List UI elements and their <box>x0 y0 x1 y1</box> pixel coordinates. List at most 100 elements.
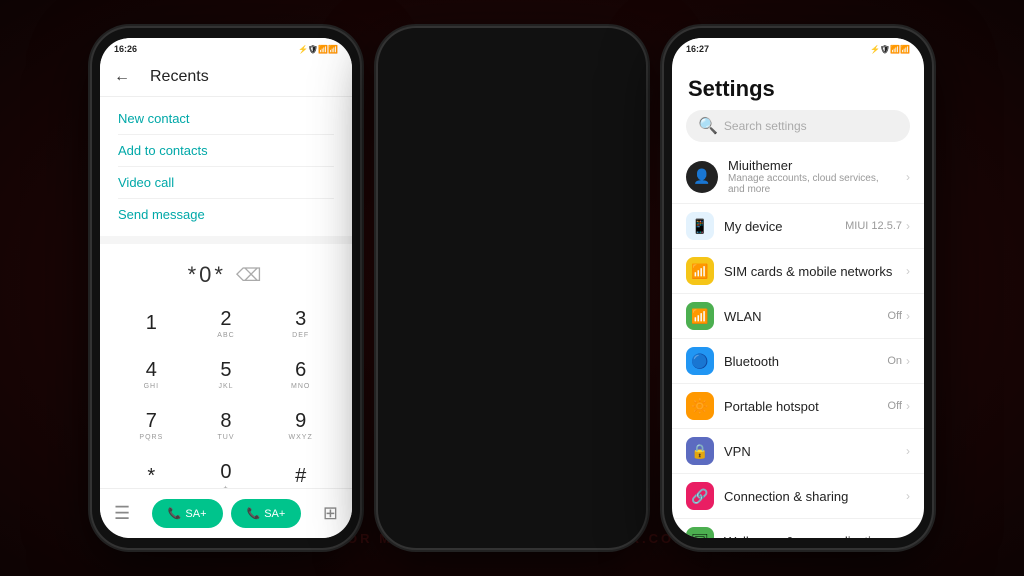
connection-content: Connection & sharing <box>724 489 896 504</box>
dialer-display: *0* ⌫ <box>114 252 338 298</box>
settings-list: 👤 Miuithemer Manage accounts, cloud serv… <box>672 150 924 538</box>
hotspot-value: Off <box>888 400 902 412</box>
settings-item-my-device[interactable]: 📱 My device MIUI 12.5.7 › <box>672 204 924 249</box>
phone-3-screen: 16:27 ⚡🛡📶📶 Settings 🔍 Search settings 👤 … <box>672 38 924 538</box>
sim-icon: 📶 <box>686 257 714 285</box>
vpn-icon: 🔒 <box>686 437 714 465</box>
phone-1-status-bar: 16:26 ⚡🛡📶📶 <box>100 38 352 60</box>
profile-name: Miuithemer <box>728 158 896 173</box>
settings-item-wallpaper[interactable]: 🖼 Wallpaper & personalization › <box>672 519 924 538</box>
sim-right: › <box>906 264 910 278</box>
video-call-link[interactable]: Video call <box>118 167 334 199</box>
chevron-icon: › <box>906 444 910 458</box>
settings-title: Settings <box>672 60 924 110</box>
search-placeholder: Search settings <box>724 119 807 133</box>
chevron-icon: › <box>906 264 910 278</box>
profile-content: Miuithemer Manage accounts, cloud servic… <box>728 158 896 195</box>
settings-item-wlan[interactable]: 📶 WLAN Off › <box>672 294 924 339</box>
back-button[interactable]: ← <box>114 68 130 86</box>
settings-item-vpn[interactable]: 🔒 VPN › <box>672 429 924 474</box>
bluetooth-label: Bluetooth <box>724 354 877 369</box>
settings-item-bluetooth[interactable]: 🔵 Bluetooth On › <box>672 339 924 384</box>
wallpaper-right: › <box>906 534 910 538</box>
bluetooth-value: On <box>887 355 902 367</box>
phone-2: 16:27 ⚡🛡📶📶 S Miuithemer <box>378 28 646 548</box>
dial-key-8[interactable]: 8TUV <box>189 400 264 451</box>
dial-key-4[interactable]: 4GHI <box>114 349 189 400</box>
connection-right: › <box>906 489 910 503</box>
menu-icon[interactable]: ☰ <box>114 503 130 524</box>
new-contact-link[interactable]: New contact <box>118 103 334 135</box>
settings-search-bar[interactable]: 🔍 Search settings <box>686 110 910 142</box>
dial-key-7[interactable]: 7PQRS <box>114 400 189 451</box>
send-message-link[interactable]: Send message <box>118 199 334 230</box>
dial-key-6[interactable]: 6MNO <box>263 349 338 400</box>
vpn-label: VPN <box>724 444 896 459</box>
dial-key-3[interactable]: 3DEF <box>263 298 338 349</box>
call-button-1[interactable]: 📞 SA+ <box>152 499 223 528</box>
phone-3-time: 16:27 <box>686 44 709 54</box>
vpn-right: › <box>906 444 910 458</box>
dial-key-1[interactable]: 1 <box>114 298 189 349</box>
call-button-2[interactable]: 📞 SA+ <box>231 499 302 528</box>
my-device-content: My device <box>724 219 835 234</box>
hotspot-label: Portable hotspot <box>724 399 878 414</box>
chevron-icon: › <box>906 219 910 233</box>
phone-3-status-icons: ⚡🛡📶📶 <box>870 45 910 54</box>
wlan-icon: 📶 <box>686 302 714 330</box>
profile-avatar: 👤 <box>686 161 718 193</box>
grid-icon[interactable]: ⊞ <box>323 503 338 524</box>
call-label-1: SA+ <box>185 508 206 520</box>
settings-item-sim[interactable]: 📶 SIM cards & mobile networks › <box>672 249 924 294</box>
wallpaper-label: Wallpaper & personalization <box>724 534 896 539</box>
hotspot-content: Portable hotspot <box>724 399 878 414</box>
chevron-icon: › <box>906 534 910 538</box>
add-to-contacts-link[interactable]: Add to contacts <box>118 135 334 167</box>
my-device-label: My device <box>724 219 835 234</box>
bluetooth-right: On › <box>887 354 910 368</box>
phone-1: 16:26 ⚡🛡📶📶 ← Recents New contact Add to … <box>92 28 360 548</box>
connection-label: Connection & sharing <box>724 489 896 504</box>
wlan-content: WLAN <box>724 309 878 324</box>
call-icon-1: 📞 <box>168 507 182 520</box>
hotspot-right: Off › <box>888 399 910 413</box>
dial-key-9[interactable]: 9WXYZ <box>263 400 338 451</box>
settings-item-connection[interactable]: 🔗 Connection & sharing › <box>672 474 924 519</box>
dialer-section: *0* ⌫ 1 2ABC 3DEF 4GHI 5JKL 6MNO 7PQRS 8… <box>100 244 352 510</box>
call-buttons: 📞 SA+ 📞 SA+ <box>152 499 302 528</box>
wallpaper-icon: 🖼 <box>686 527 714 538</box>
dial-key-5[interactable]: 5JKL <box>189 349 264 400</box>
dial-key-2[interactable]: 2ABC <box>189 298 264 349</box>
phone-3: 16:27 ⚡🛡📶📶 Settings 🔍 Search settings 👤 … <box>664 28 932 548</box>
phones-container: 16:26 ⚡🛡📶📶 ← Recents New contact Add to … <box>92 28 932 548</box>
profile-right: › <box>906 170 910 184</box>
profile-sub: Manage accounts, cloud services, and mor… <box>728 173 896 195</box>
backspace-button[interactable]: ⌫ <box>236 265 264 286</box>
bluetooth-icon: 🔵 <box>686 347 714 375</box>
chevron-icon: › <box>906 489 910 503</box>
wlan-right: Off › <box>888 309 910 323</box>
hotspot-icon: 🔆 <box>686 392 714 420</box>
dialer-bottom-bar: ☰ 📞 SA+ 📞 SA+ ⊞ <box>100 488 352 538</box>
my-device-value: MIUI 12.5.7 <box>845 220 902 232</box>
chevron-icon: › <box>906 354 910 368</box>
phone-3-status-bar: 16:27 ⚡🛡📶📶 <box>672 38 924 60</box>
dial-grid: 1 2ABC 3DEF 4GHI 5JKL 6MNO 7PQRS 8TUV 9W… <box>114 298 338 502</box>
actions-list: New contact Add to contacts Video call S… <box>100 97 352 236</box>
wlan-value: Off <box>888 310 902 322</box>
phone-1-screen: 16:26 ⚡🛡📶📶 ← Recents New contact Add to … <box>100 38 352 538</box>
my-device-right: MIUI 12.5.7 › <box>845 219 910 233</box>
my-device-icon: 📱 <box>686 212 714 240</box>
wlan-label: WLAN <box>724 309 878 324</box>
settings-item-hotspot[interactable]: 🔆 Portable hotspot Off › <box>672 384 924 429</box>
search-icon: 🔍 <box>698 116 718 136</box>
bluetooth-content: Bluetooth <box>724 354 877 369</box>
chevron-icon: › <box>906 170 910 184</box>
settings-item-profile[interactable]: 👤 Miuithemer Manage accounts, cloud serv… <box>672 150 924 204</box>
phone-1-time: 16:26 <box>114 44 137 54</box>
dialer-text: *0* <box>188 262 226 288</box>
call-label-2: SA+ <box>264 508 285 520</box>
recents-title: Recents <box>150 68 209 86</box>
wallpaper-content: Wallpaper & personalization <box>724 534 896 539</box>
recents-header: ← Recents <box>100 60 352 97</box>
